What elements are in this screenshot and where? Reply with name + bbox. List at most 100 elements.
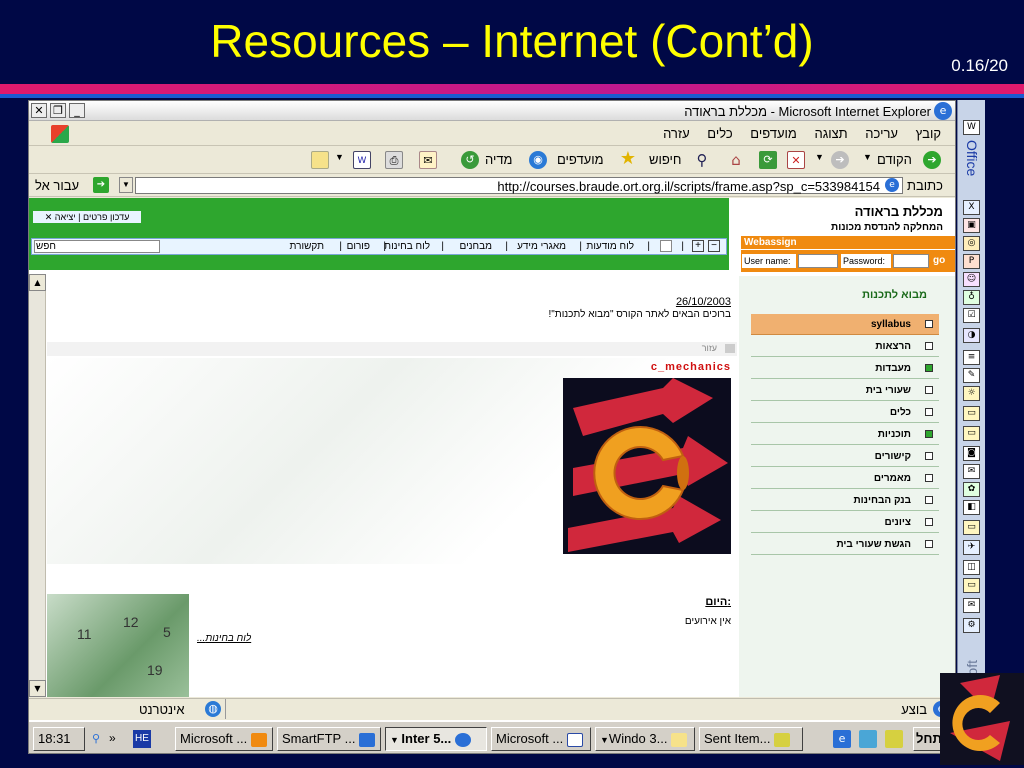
office-shortcut-icon[interactable]: ◫ [963,560,980,575]
site-search-button[interactable]: חפש [36,241,56,252]
office-shortcut-icon[interactable]: ≡ [963,350,980,365]
go-arrow-icon[interactable]: ➔ [93,177,109,193]
office-shortcut-icon[interactable]: ⚙ [963,618,980,633]
nav-exams[interactable]: מבחנים [459,241,492,252]
restore-button[interactable]: ❐ [50,103,66,118]
menu-tools[interactable]: כלים [707,126,732,141]
back-icon[interactable]: ➔ [923,151,941,169]
office-shortcut-icon[interactable]: ☼ [963,386,980,401]
nav-forum[interactable]: פורום [347,241,370,252]
close-button[interactable]: ✕ [31,103,47,118]
office-shortcut-icon[interactable]: ✈ [963,540,980,555]
menu-file[interactable]: קובץ [916,126,941,141]
home-icon[interactable]: ⌂ [727,151,745,169]
search-button[interactable]: חיפוש [649,152,681,167]
office-shortcut-icon[interactable]: ◎ [963,236,980,251]
logout-link[interactable]: יציאה [55,212,76,222]
menu-view[interactable]: תצוגה [814,126,847,141]
media-icon[interactable]: ◉ [529,151,547,169]
office-shortcut-icon[interactable]: ✉ [963,464,980,479]
menu-favorites[interactable]: מועדפים [750,126,797,141]
sidebar-item[interactable]: ציונים [751,512,939,533]
exam-board-link[interactable]: ...לוח בחינות [197,633,251,644]
tray-network-icon[interactable]: ⚲ [87,730,105,748]
word-icon[interactable]: W [353,151,371,169]
sidebar-item[interactable]: תוכניות [751,424,939,445]
lang-indicator[interactable]: HE [133,730,151,748]
forward-dropdown-icon[interactable]: ▼ [815,152,824,162]
sidebar-item[interactable]: כלים [751,402,939,423]
mail-icon[interactable]: ✉ [419,151,437,169]
checkbox-icon[interactable] [660,240,672,252]
nav-communication[interactable]: תקשורת [290,241,324,252]
task-windows[interactable]: ▼Windo 3... [595,727,695,751]
password-input[interactable] [893,254,929,268]
sidebar-item[interactable]: שעורי בית [751,380,939,401]
print-icon[interactable]: ⎙ [385,151,403,169]
sidebar-item[interactable]: הגשת שעורי בית [751,534,939,555]
sidebar-item[interactable]: הרצאות [751,336,939,357]
quicklaunch-ie-icon[interactable]: e [833,730,851,748]
stop-icon[interactable]: ✕ [787,151,805,169]
office-shortcut-icon[interactable]: ✉ [963,598,980,613]
minimize-button[interactable]: _ [69,103,85,118]
task-smartftp[interactable]: SmartFTP ... [277,727,381,751]
refresh-icon[interactable]: ⟳ [759,151,777,169]
office-shortcut-icon[interactable]: ✿ [963,482,980,497]
history-icon[interactable]: ↺ [461,151,479,169]
task-microsoft-1[interactable]: Microsoft ... [175,727,273,751]
office-shortcut-icon[interactable]: ▣ [963,218,980,233]
help-icon[interactable] [725,344,735,353]
back-dropdown-icon[interactable]: ▼ [863,152,872,162]
login-button[interactable]: go [933,255,945,266]
office-shortcut-icon[interactable]: ☺ [963,272,980,287]
office-shortcut-icon[interactable]: ◧ [963,500,980,515]
back-button[interactable]: הקודם [877,152,912,167]
media-button[interactable]: מדיה [485,152,513,167]
address-dropdown-icon[interactable]: ▼ [119,177,133,193]
sidebar-item[interactable]: בנק הבחינות [751,490,939,511]
nav-databases[interactable]: מאגרי מידע [517,241,566,252]
office-shortcut-icon[interactable]: W [963,120,980,135]
expand-icon[interactable]: + [692,240,704,252]
office-shortcut-icon[interactable]: ▭ [963,520,980,535]
office-shortcut-icon[interactable]: ◙ [963,446,980,461]
collapse-icon[interactable]: − [708,240,720,252]
help-label[interactable]: עזור [702,343,717,353]
sidebar-item[interactable]: קישורים [751,446,939,467]
dropdown-arrow-icon[interactable]: ▼ [335,152,344,162]
office-shortcut-icon[interactable]: ▭ [963,578,980,593]
task-microsoft-2[interactable]: Microsoft ... [491,727,591,751]
folder-icon[interactable] [311,151,329,169]
office-shortcut-icon[interactable]: ▭ [963,426,980,441]
task-ie[interactable]: ▼ Inter 5... [385,727,487,751]
quicklaunch-desktop-icon[interactable] [859,730,877,748]
clock[interactable]: 18:31 [33,727,85,751]
office-shortcut-icon[interactable]: ♁ [963,290,980,305]
office-shortcut-icon[interactable]: ☑ [963,308,980,323]
sidebar-item[interactable]: מאמרים [751,468,939,489]
office-shortcut-icon[interactable]: ◑ [963,328,980,343]
username-input[interactable] [798,254,838,268]
star-icon[interactable]: ★ [619,150,637,168]
office-shortcut-icon[interactable]: ▭ [963,406,980,421]
update-details-link[interactable]: עדכון פרטים [83,212,129,222]
nav-noticeboard[interactable]: לוח מודעות [586,241,634,252]
office-shortcut-icon[interactable]: P [963,254,980,269]
search-icon[interactable]: ⚲ [693,151,711,169]
menu-help[interactable]: עזרה [663,126,690,141]
vertical-scrollbar[interactable]: ▲ ▼ [29,274,46,697]
task-sent-items[interactable]: Sent Item... [699,727,803,751]
tray-expand-icon[interactable]: » [109,731,116,745]
scroll-up-icon[interactable]: ▲ [29,274,46,291]
nav-exam-board[interactable]: לוח בחינות [384,241,430,252]
menu-edit[interactable]: עריכה [865,126,898,141]
sidebar-item[interactable]: מעבדות [751,358,939,379]
scroll-down-icon[interactable]: ▼ [29,680,46,697]
quicklaunch-outlook-icon[interactable] [885,730,903,748]
sidebar-item[interactable]: syllabus [751,314,939,335]
forward-icon[interactable]: ➔ [831,151,849,169]
address-input[interactable]: http://courses.braude.ort.org.il/scripts… [135,177,903,194]
office-shortcut-icon[interactable]: ✎ [963,368,980,383]
office-shortcut-icon[interactable]: X [963,200,980,215]
